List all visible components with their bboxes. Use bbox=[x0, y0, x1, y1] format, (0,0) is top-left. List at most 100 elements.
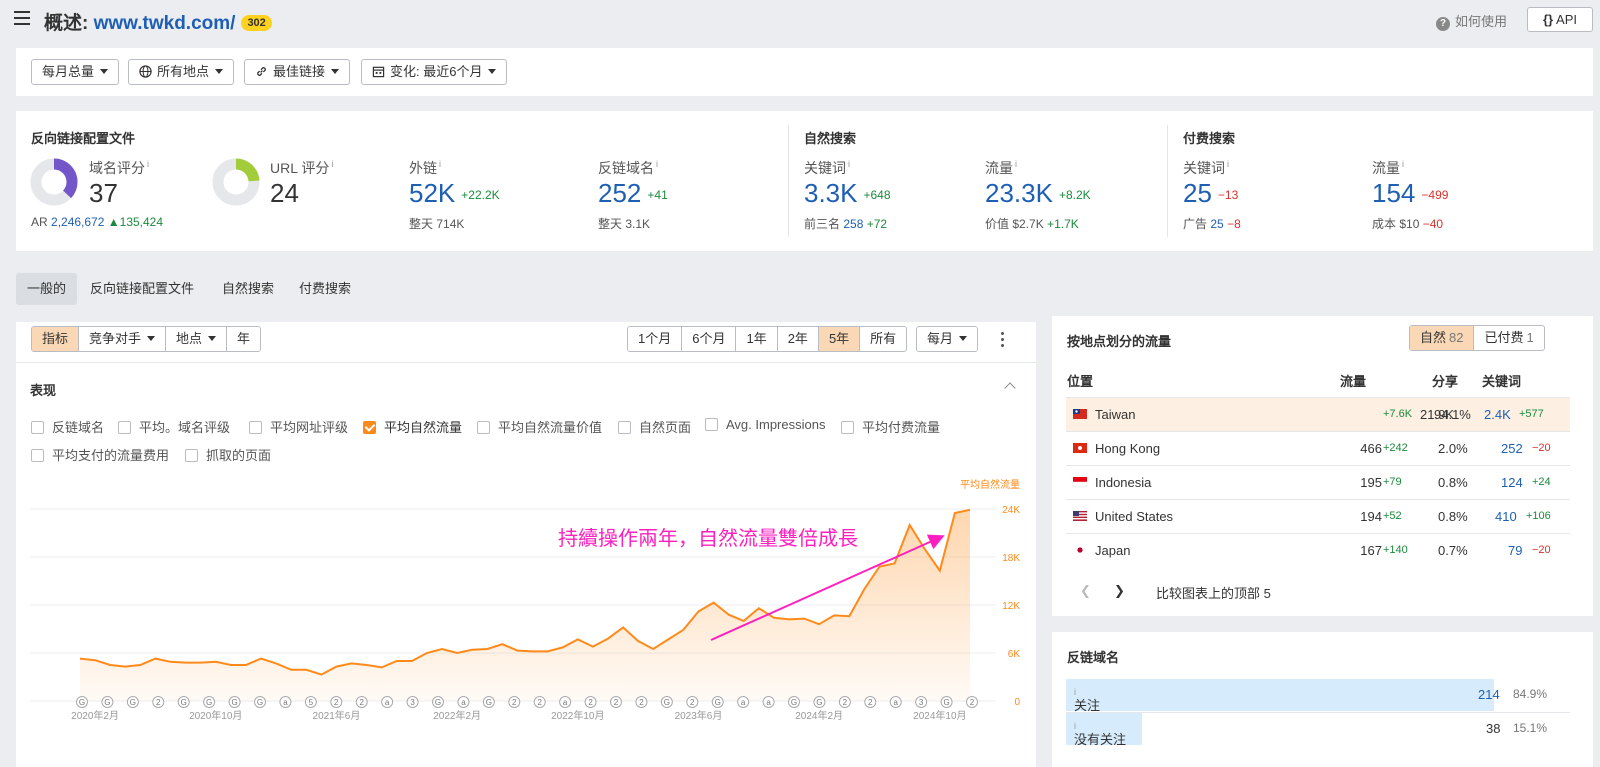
col-location[interactable]: 位置 bbox=[1067, 371, 1093, 390]
help-link[interactable]: ? 如何使用 bbox=[1436, 11, 1507, 31]
paid-traffic-value[interactable]: 154 −499 bbox=[1372, 178, 1448, 209]
traffic-value-row: 价值 $2.7K +1.7K bbox=[985, 217, 1079, 231]
share-value: 0.8% bbox=[1438, 509, 1468, 524]
x-tick-label: 2020年2月 bbox=[71, 709, 119, 722]
metrics-button[interactable]: 指标 bbox=[32, 327, 79, 351]
y-tick-label: 12K bbox=[1002, 601, 1020, 612]
domain-rating-donut bbox=[30, 158, 78, 206]
caret-down-icon bbox=[215, 69, 224, 74]
ads-row: 广告 25 −8 bbox=[1183, 217, 1241, 231]
metric-checkbox[interactable]: 平均支付的流量费用 bbox=[31, 445, 169, 464]
range-1m[interactable]: 1个月 bbox=[628, 327, 682, 351]
change-dropdown[interactable]: 变化: 最近6个月 bbox=[361, 59, 508, 85]
compare-top5-link[interactable]: 比较图表上的顶部 5 bbox=[1156, 583, 1271, 602]
col-traffic[interactable]: 流量 bbox=[1340, 371, 1366, 390]
info-icon: i bbox=[1015, 159, 1017, 170]
tab-backlink-profile[interactable]: 反向链接配置文件 bbox=[79, 273, 205, 305]
table-row[interactable]: United States 194 +52 0.8% 410 +106 bbox=[1066, 499, 1570, 533]
event-marker-label: G bbox=[181, 698, 187, 707]
keywords-delta: −20 bbox=[1532, 442, 1551, 454]
refdomains-value[interactable]: 252 +41 bbox=[598, 178, 668, 209]
share-bar bbox=[1066, 679, 1494, 711]
metric-checkbox[interactable]: Avg. Impressions bbox=[705, 417, 825, 432]
change-label: 变化: 最近6个月 bbox=[390, 64, 483, 79]
tab-general[interactable]: 一般的 bbox=[16, 273, 78, 305]
url-rating-donut bbox=[212, 158, 260, 206]
col-keywords[interactable]: 关键词 bbox=[1482, 371, 1521, 390]
paid-toggle[interactable]: 已付费 1 bbox=[1473, 326, 1543, 350]
nofollow-label: 没有关注 i bbox=[1074, 721, 1127, 747]
refdomains-title: 反链域名 bbox=[1067, 650, 1120, 665]
locations-dropdown[interactable]: 地点 bbox=[165, 327, 227, 351]
years-button[interactable]: 年 bbox=[226, 327, 261, 351]
organic-traffic-value[interactable]: 23.3K +8.2K bbox=[985, 178, 1091, 209]
range-selector: 1个月 6个月 1年 2年 5年 所有 bbox=[627, 326, 908, 352]
traffic-value: 466 bbox=[1360, 441, 1382, 456]
event-marker-label: G bbox=[79, 698, 85, 707]
organic-keywords-delta: +648 bbox=[863, 188, 891, 202]
backlinks-value[interactable]: 52K +22.2K bbox=[409, 178, 500, 209]
ar-row: AR 2,246,672 ▲135,424 bbox=[31, 215, 164, 229]
list-item[interactable]: 没有关注 i 38 15.1% bbox=[1066, 712, 1570, 747]
title-domain-link[interactable]: www.twkd.com/ bbox=[94, 13, 236, 34]
links-dropdown[interactable]: 最佳链接 bbox=[244, 59, 351, 85]
keywords-value: 2.4K bbox=[1484, 407, 1511, 422]
checkbox-icon bbox=[618, 421, 631, 434]
more-options-icon[interactable] bbox=[1001, 332, 1005, 350]
metric-checkbox[interactable]: 平均。域名评级 bbox=[118, 417, 230, 436]
event-marker-label: 3 bbox=[410, 698, 415, 707]
paid-keywords-value[interactable]: 25 −13 bbox=[1183, 178, 1238, 209]
tab-organic-search[interactable]: 自然搜索 bbox=[211, 273, 285, 305]
country-name: Japan bbox=[1095, 543, 1131, 558]
range-1y[interactable]: 1年 bbox=[735, 327, 777, 351]
range-6m[interactable]: 6个月 bbox=[681, 327, 736, 351]
event-marker-label: 2 bbox=[588, 698, 593, 707]
interval-label[interactable]: 每月 bbox=[917, 327, 978, 351]
links-label: 最佳链接 bbox=[273, 64, 326, 79]
event-marker-label: 2 bbox=[639, 698, 644, 707]
organic-toggle[interactable]: 自然 82 bbox=[1410, 326, 1474, 350]
event-marker-label: a bbox=[563, 698, 568, 707]
metric-checkbox[interactable]: 自然页面 bbox=[618, 417, 691, 436]
metric-checkbox[interactable]: 反链域名 bbox=[31, 417, 104, 436]
keywords-value: 410 bbox=[1495, 509, 1517, 524]
event-marker-label: a bbox=[766, 698, 771, 707]
volume-dropdown[interactable]: 每月总量 bbox=[31, 59, 120, 85]
organic-keywords-value[interactable]: 3.3K +648 bbox=[804, 178, 891, 209]
list-item[interactable]: 关注 i 214 84.9% bbox=[1066, 679, 1570, 713]
paid-traffic-label: 流量 i bbox=[1372, 159, 1404, 176]
interval-dropdown[interactable]: 每月 bbox=[916, 326, 979, 352]
location-dropdown[interactable]: 所有地点 bbox=[128, 59, 235, 85]
table-row[interactable]: Taiwan 21.9K +7.6K 94.1% 2.4K +577 bbox=[1066, 397, 1570, 431]
prev-page-icon[interactable]: ❮ bbox=[1080, 583, 1091, 599]
traffic-value: 167 bbox=[1360, 543, 1382, 558]
chart-mode-toggle: 指标 竞争对手 地点 年 bbox=[31, 326, 262, 352]
menu-icon[interactable] bbox=[14, 11, 30, 25]
metric-checkbox[interactable]: 平均付费流量 bbox=[841, 417, 940, 436]
x-tick-label: 2021年6月 bbox=[313, 709, 361, 722]
tab-paid-search[interactable]: 付费搜索 bbox=[288, 273, 362, 305]
next-page-icon[interactable]: ❯ bbox=[1114, 583, 1125, 599]
collapse-chevron-icon[interactable] bbox=[1004, 382, 1016, 394]
table-row[interactable]: Hong Kong 466 +242 2.0% 252 −20 bbox=[1066, 431, 1570, 465]
united-states-flag-icon bbox=[1073, 511, 1087, 521]
metric-checkbox[interactable]: 平均自然流量价值 bbox=[477, 417, 602, 436]
metric-checkbox-organic-traffic[interactable]: 平均自然流量 bbox=[363, 417, 462, 436]
ur-label: URL 评分 i bbox=[270, 159, 334, 176]
api-button[interactable]: {} API bbox=[1527, 7, 1593, 32]
competitors-dropdown[interactable]: 竞争对手 bbox=[78, 327, 166, 351]
metric-checkbox[interactable]: 抓取的页面 bbox=[185, 445, 271, 464]
range-5y[interactable]: 5年 bbox=[817, 327, 860, 351]
col-share[interactable]: 分享 bbox=[1432, 371, 1458, 390]
table-row[interactable]: Indonesia 195 +79 0.8% 124 +24 bbox=[1066, 465, 1570, 499]
caret-down-icon bbox=[488, 69, 497, 74]
metric-checkbox[interactable]: 平均网址评级 bbox=[249, 417, 348, 436]
x-tick-label: 2020年10月 bbox=[189, 709, 242, 722]
table-row[interactable]: Japan 167 +140 0.7% 79 −20 bbox=[1066, 533, 1570, 567]
range-all[interactable]: 所有 bbox=[859, 327, 907, 351]
organic-heading: 自然搜索 bbox=[804, 131, 857, 146]
info-icon: i bbox=[848, 159, 850, 170]
range-2y[interactable]: 2年 bbox=[776, 327, 818, 351]
top-bar: 概述: www.twkd.com/302 ? 如何使用 {} API bbox=[0, 0, 1600, 40]
follow-value: 214 bbox=[1478, 687, 1500, 702]
